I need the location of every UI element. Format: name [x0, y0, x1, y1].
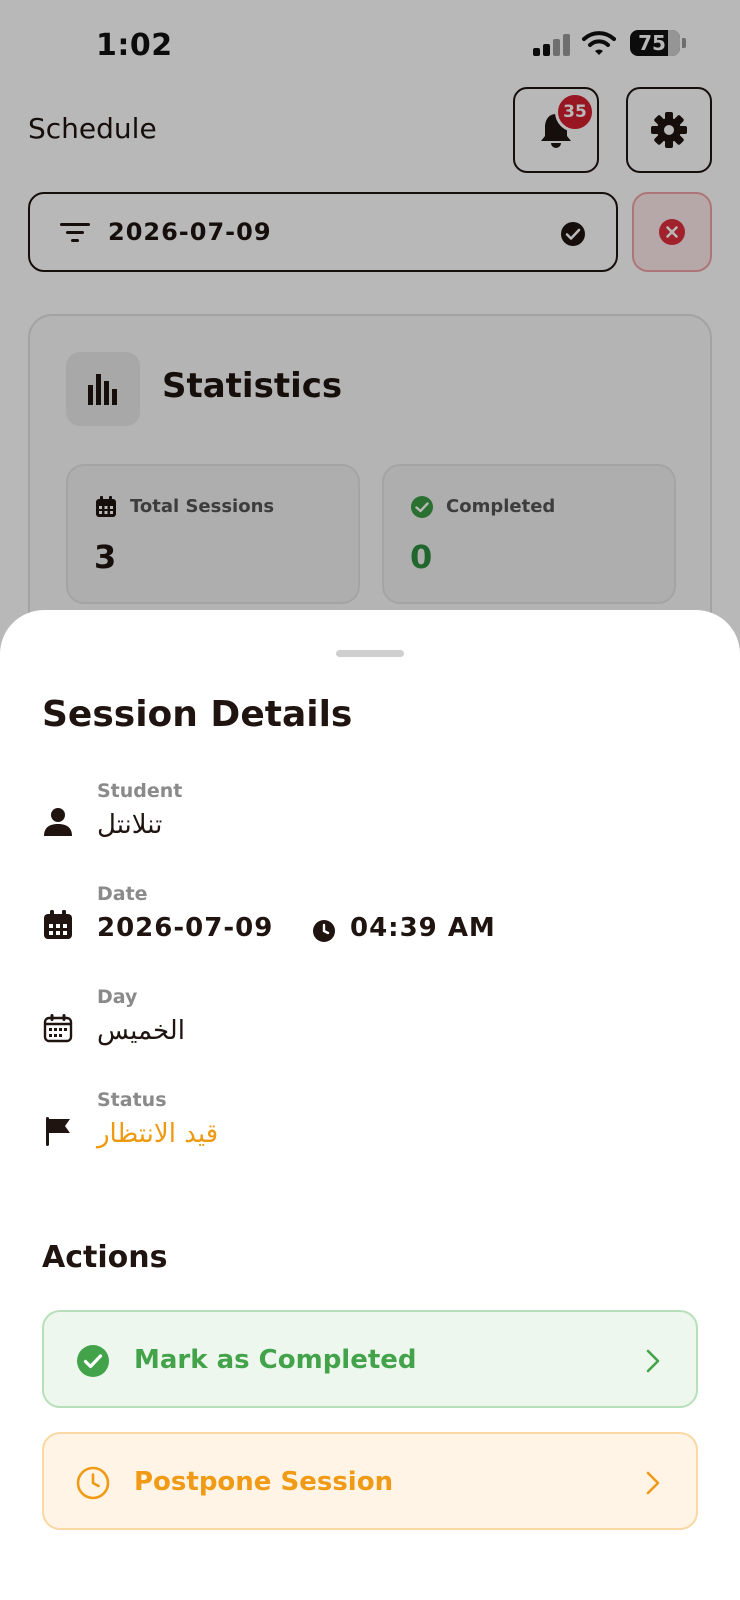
calendar-icon: [44, 910, 72, 939]
detail-student: Student تنلانتل: [42, 780, 702, 870]
check-circle-icon: [77, 1345, 109, 1377]
status-value: قيد الانتظار: [97, 1119, 219, 1149]
day-value: الخميس: [97, 1016, 185, 1046]
clock-outline-icon: [76, 1466, 110, 1500]
mark-completed-button[interactable]: Mark as Completed: [42, 1310, 698, 1408]
clock-icon: [313, 920, 335, 942]
student-label: Student: [97, 780, 183, 802]
time-value: 04:39 AM: [350, 913, 496, 943]
session-details-sheet: Session Details Student تنلانتل Date 202…: [0, 610, 740, 1600]
calendar-outline-icon: [43, 1014, 73, 1043]
date-label: Date: [97, 883, 148, 905]
status-label: Status: [97, 1089, 167, 1111]
day-label: Day: [97, 986, 138, 1008]
postpone-session-label: Postpone Session: [134, 1467, 394, 1497]
student-value: تنلانتل: [97, 810, 163, 840]
chevron-right-icon: [646, 1471, 660, 1495]
actions-title: Actions: [42, 1240, 168, 1275]
detail-status: Status قيد الانتظار: [42, 1089, 702, 1179]
sheet-title: Session Details: [42, 694, 353, 735]
date-value: 2026-07-09: [97, 913, 274, 943]
person-icon: [44, 808, 72, 836]
postpone-session-button[interactable]: Postpone Session: [42, 1432, 698, 1530]
chevron-right-icon: [646, 1349, 660, 1373]
mark-completed-label: Mark as Completed: [134, 1345, 417, 1375]
sheet-drag-handle[interactable]: [336, 650, 404, 657]
detail-date: Date 2026-07-09 04:39 AM: [42, 883, 702, 973]
detail-day: Day الخميس: [42, 986, 702, 1076]
flag-icon: [46, 1117, 70, 1146]
